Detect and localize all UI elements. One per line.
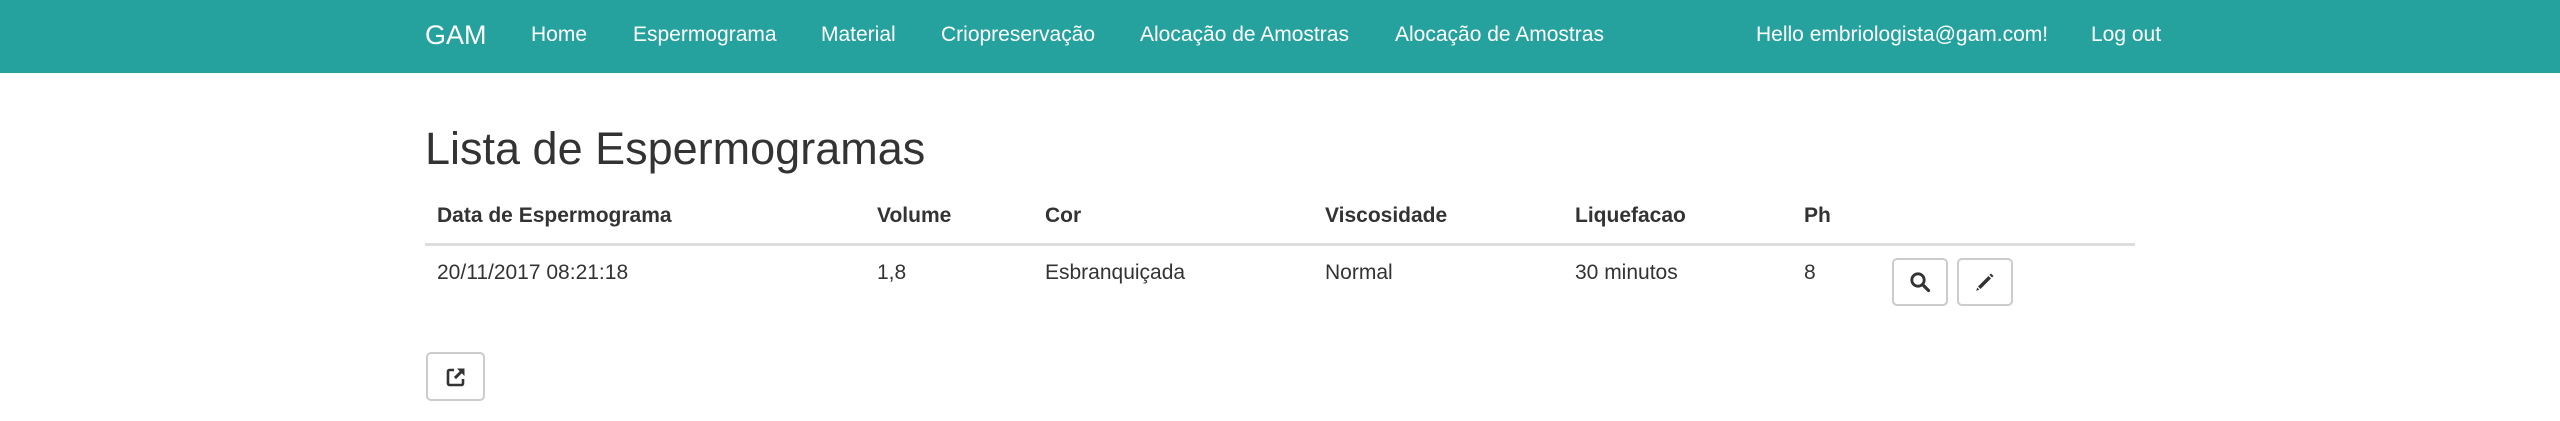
- table-header-divider: [425, 243, 2135, 246]
- column-header-volume: Volume: [877, 204, 952, 227]
- user-greeting-link[interactable]: Hello embriologista@gam.com!: [1756, 0, 2048, 73]
- search-icon: [1910, 272, 1931, 293]
- cell-data: 20/11/2017 08:21:18: [437, 261, 629, 284]
- cell-cor: Esbranquiçada: [1045, 261, 1186, 284]
- column-header-ph: Ph: [1804, 204, 1831, 227]
- page-title: Lista de Espermogramas: [425, 123, 926, 174]
- export-button[interactable]: [426, 352, 485, 401]
- top-navbar: GAM Home Espermograma Material Crioprese…: [0, 0, 2560, 73]
- nav-item-alocacao-amostras-2[interactable]: Alocação de Amostras: [1395, 0, 1604, 73]
- column-header-cor: Cor: [1045, 204, 1082, 227]
- column-header-liquefacao: Liquefacao: [1575, 204, 1686, 227]
- column-header-data: Data de Espermograma: [437, 204, 672, 227]
- external-link-icon: [446, 368, 464, 386]
- cell-liquefacao: 30 minutos: [1575, 261, 1678, 284]
- nav-item-espermograma[interactable]: Espermograma: [633, 0, 777, 73]
- column-header-viscosidade: Viscosidade: [1325, 204, 1448, 227]
- nav-item-criopreservacao[interactable]: Criopreservação: [941, 0, 1095, 73]
- logout-link[interactable]: Log out: [2091, 0, 2161, 73]
- nav-item-alocacao-amostras-1[interactable]: Alocação de Amostras: [1140, 0, 1349, 73]
- cell-volume: 1,8: [877, 261, 907, 284]
- navbar-container: GAM Home Espermograma Material Crioprese…: [410, 0, 2170, 73]
- cell-viscosidade: Normal: [1325, 261, 1393, 284]
- edit-button[interactable]: [1957, 258, 2013, 306]
- nav-item-home[interactable]: Home: [531, 0, 587, 73]
- nav-item-material[interactable]: Material: [821, 0, 896, 73]
- details-button[interactable]: [1892, 258, 1948, 306]
- pencil-icon: [1976, 273, 1994, 291]
- cell-ph: 8: [1804, 261, 1816, 284]
- brand-link[interactable]: GAM: [425, 0, 487, 73]
